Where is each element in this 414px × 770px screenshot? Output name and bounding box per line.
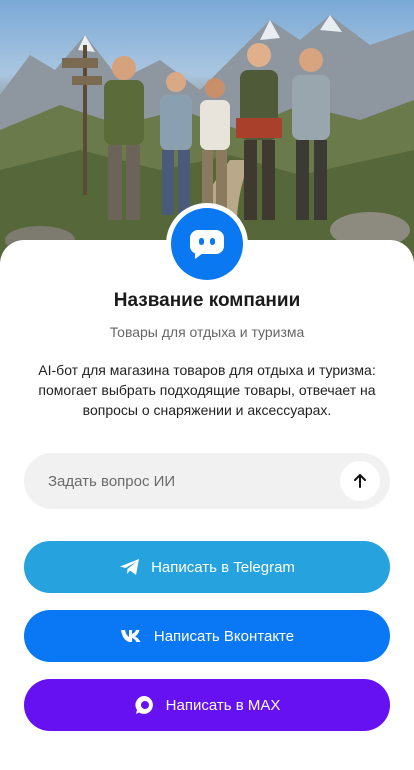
company-tagline: Товары для отдыха и туризма	[109, 324, 305, 340]
max-icon	[134, 694, 156, 716]
chat-bot-icon	[171, 208, 243, 280]
vk-button-label: Написать Вконтакте	[153, 627, 295, 645]
ask-ai-input[interactable]	[24, 453, 340, 509]
telegram-button-label: Написать в Telegram	[151, 558, 295, 576]
company-name: Название компании	[113, 290, 301, 311]
vk-icon	[120, 629, 144, 643]
max-button-label: Написать в MAX	[165, 696, 281, 714]
company-description: AI-бот для магазина товаров для отдыха и…	[38, 362, 376, 418]
arrow-up-icon	[354, 474, 366, 488]
vk-button[interactable]: Написать Вконтакте	[24, 610, 390, 662]
send-button[interactable]	[340, 461, 380, 501]
max-button[interactable]: Написать в MAX	[24, 679, 390, 731]
telegram-button[interactable]: Написать в Telegram	[24, 541, 390, 593]
telegram-icon	[119, 558, 141, 576]
company-avatar	[166, 203, 248, 285]
ask-ai-field	[24, 453, 390, 509]
